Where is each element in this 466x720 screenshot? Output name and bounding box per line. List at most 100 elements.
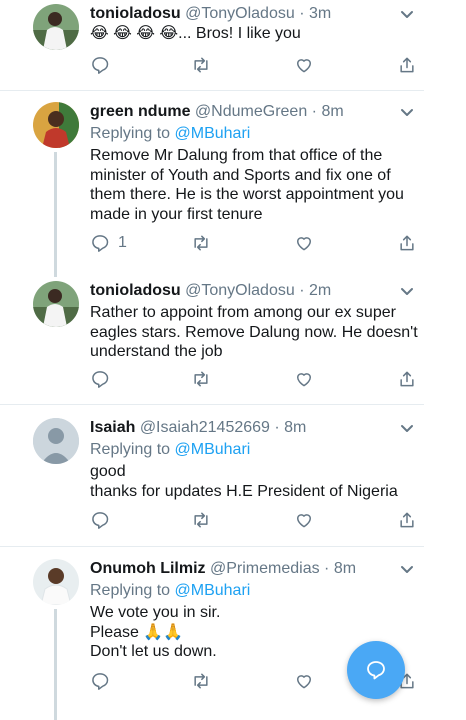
tweet-line: Rather to appoint from among our ex supe… [90, 304, 396, 321]
tweet-header: Isaiah @Isaiah21452669 · 8m [90, 418, 306, 438]
like-icon [297, 675, 311, 689]
share-button[interactable] [397, 231, 417, 255]
compose-reply-button[interactable] [347, 641, 405, 699]
thread-connector [54, 609, 57, 720]
like-button[interactable] [294, 669, 314, 693]
reply-button[interactable] [90, 508, 118, 532]
share-icon [400, 57, 414, 73]
tweet[interactable]: Isaiah @Isaiah21452669 · 8m Replying to … [0, 418, 466, 533]
retweet-icon [194, 673, 208, 689]
like-icon [297, 514, 311, 528]
share-icon [400, 371, 414, 387]
timestamp: 8m [284, 419, 307, 436]
display-name[interactable]: Onumoh Lilmiz [90, 560, 206, 577]
share-button[interactable] [397, 508, 417, 532]
retweet-icon [194, 235, 208, 251]
tweet-header: tonioladosu @TonyOladosu · 2m [90, 281, 331, 301]
avatar[interactable] [33, 4, 79, 50]
reply-icon [92, 371, 109, 388]
chevron-down-icon[interactable] [398, 104, 416, 122]
tweet-line: good [90, 463, 126, 480]
display-name[interactable]: green ndume [90, 103, 190, 120]
display-name[interactable]: tonioladosu [90, 5, 181, 22]
user-handle[interactable]: @TonyOladosu [185, 5, 295, 22]
reply-button[interactable]: 1 [90, 231, 127, 255]
user-handle[interactable]: @TonyOladosu [185, 282, 295, 299]
tweet-line: Please 🙏🙏 [90, 623, 184, 641]
avatar[interactable] [33, 559, 79, 605]
user-handle[interactable]: @NdumeGreen [195, 103, 307, 120]
retweet-button[interactable] [191, 367, 211, 391]
chevron-down-icon[interactable] [398, 6, 416, 24]
reply-icon [92, 57, 109, 74]
reply-button[interactable] [90, 367, 118, 391]
avatar[interactable] [33, 281, 79, 327]
separator: · [294, 5, 309, 22]
timestamp: 3m [308, 5, 332, 22]
tweet[interactable]: tonioladosu @TonyOladosu · 3m 😂 😂 😂 😂...… [0, 4, 466, 84]
user-handle[interactable]: @Primemedias [210, 560, 320, 577]
separator: · [319, 560, 334, 577]
reply-mention-link[interactable]: @MBuhari [175, 125, 251, 142]
share-button[interactable] [397, 367, 417, 391]
reply-icon [92, 235, 109, 252]
compose-icon [367, 661, 385, 680]
retweet-button[interactable] [191, 669, 211, 693]
reply-icon [92, 512, 109, 529]
divider [0, 404, 424, 405]
reply-mention-link[interactable]: @MBuhari [175, 441, 251, 458]
retweet-icon [194, 57, 208, 73]
chevron-down-icon[interactable] [398, 420, 416, 438]
timeline: tonioladosu @TonyOladosu · 3m 😂 😂 😂 😂...… [0, 0, 466, 720]
replying-to-label: Replying to [90, 441, 175, 458]
tweet-line: eagles stars. Remove Dalung now. He does… [90, 323, 418, 341]
separator: · [307, 103, 322, 120]
divider [0, 90, 424, 91]
tweet-actions: 1 [90, 231, 420, 255]
divider [0, 546, 424, 547]
reply-mention-link[interactable]: @MBuhari [175, 582, 251, 599]
retweet-button[interactable] [191, 53, 211, 77]
like-button[interactable] [294, 53, 314, 77]
like-icon [297, 59, 311, 73]
display-name[interactable]: Isaiah [90, 419, 135, 436]
tweet-actions [90, 367, 420, 391]
retweet-button[interactable] [191, 508, 211, 532]
reply-count: 1 [118, 234, 127, 251]
retweet-icon [194, 371, 208, 387]
retweet-button[interactable] [191, 231, 211, 255]
tweet[interactable]: tonioladosu @TonyOladosu · 2m Rather to … [0, 281, 466, 391]
reply-button[interactable] [90, 53, 118, 77]
tweet-text: Remove Mr Dalung from that office of the… [90, 146, 420, 224]
tweet-line: them there. He is the worst appointment … [90, 186, 404, 203]
tweet-text: Rather to appoint from among our ex supe… [90, 303, 420, 362]
reply-button[interactable] [90, 669, 118, 693]
tweet-actions [90, 53, 420, 77]
avatar[interactable] [33, 418, 79, 464]
like-button[interactable] [294, 367, 314, 391]
timestamp: 8m [333, 560, 357, 577]
tweet[interactable]: green ndume @NdumeGreen · 8m Replying to… [0, 102, 466, 277]
tweet-line: Remove Mr Dalung from that office of the [90, 147, 383, 164]
like-button[interactable] [294, 231, 314, 255]
share-icon [400, 512, 414, 528]
share-button[interactable] [397, 53, 417, 77]
chevron-down-icon[interactable] [398, 283, 416, 301]
tweet-line: thanks for updates H.E President of Nige… [90, 482, 398, 500]
tweet-header: green ndume @NdumeGreen · 8m [90, 102, 344, 122]
tweet[interactable]: Onumoh Lilmiz @Primemedias · 8m Replying… [0, 559, 466, 720]
replying-to-label: Replying to [90, 125, 175, 142]
tweet-actions [90, 508, 420, 532]
timestamp: 8m [321, 103, 344, 120]
tweet-text: good thanks for updates H.E President of… [90, 462, 420, 501]
avatar[interactable] [33, 102, 79, 148]
chevron-down-icon[interactable] [398, 561, 416, 579]
tweet-header: tonioladosu @TonyOladosu · 3m [90, 4, 331, 24]
display-name[interactable]: tonioladosu [90, 282, 181, 299]
like-icon [297, 237, 311, 251]
user-handle[interactable]: @Isaiah21452669 [140, 419, 270, 436]
tweet-line: made in your first tenure [90, 205, 263, 223]
replying-to-label: Replying to [90, 582, 175, 599]
like-button[interactable] [294, 508, 314, 532]
tweet-text: 😂 😂 😂 😂... Bros! I like you [90, 24, 420, 44]
